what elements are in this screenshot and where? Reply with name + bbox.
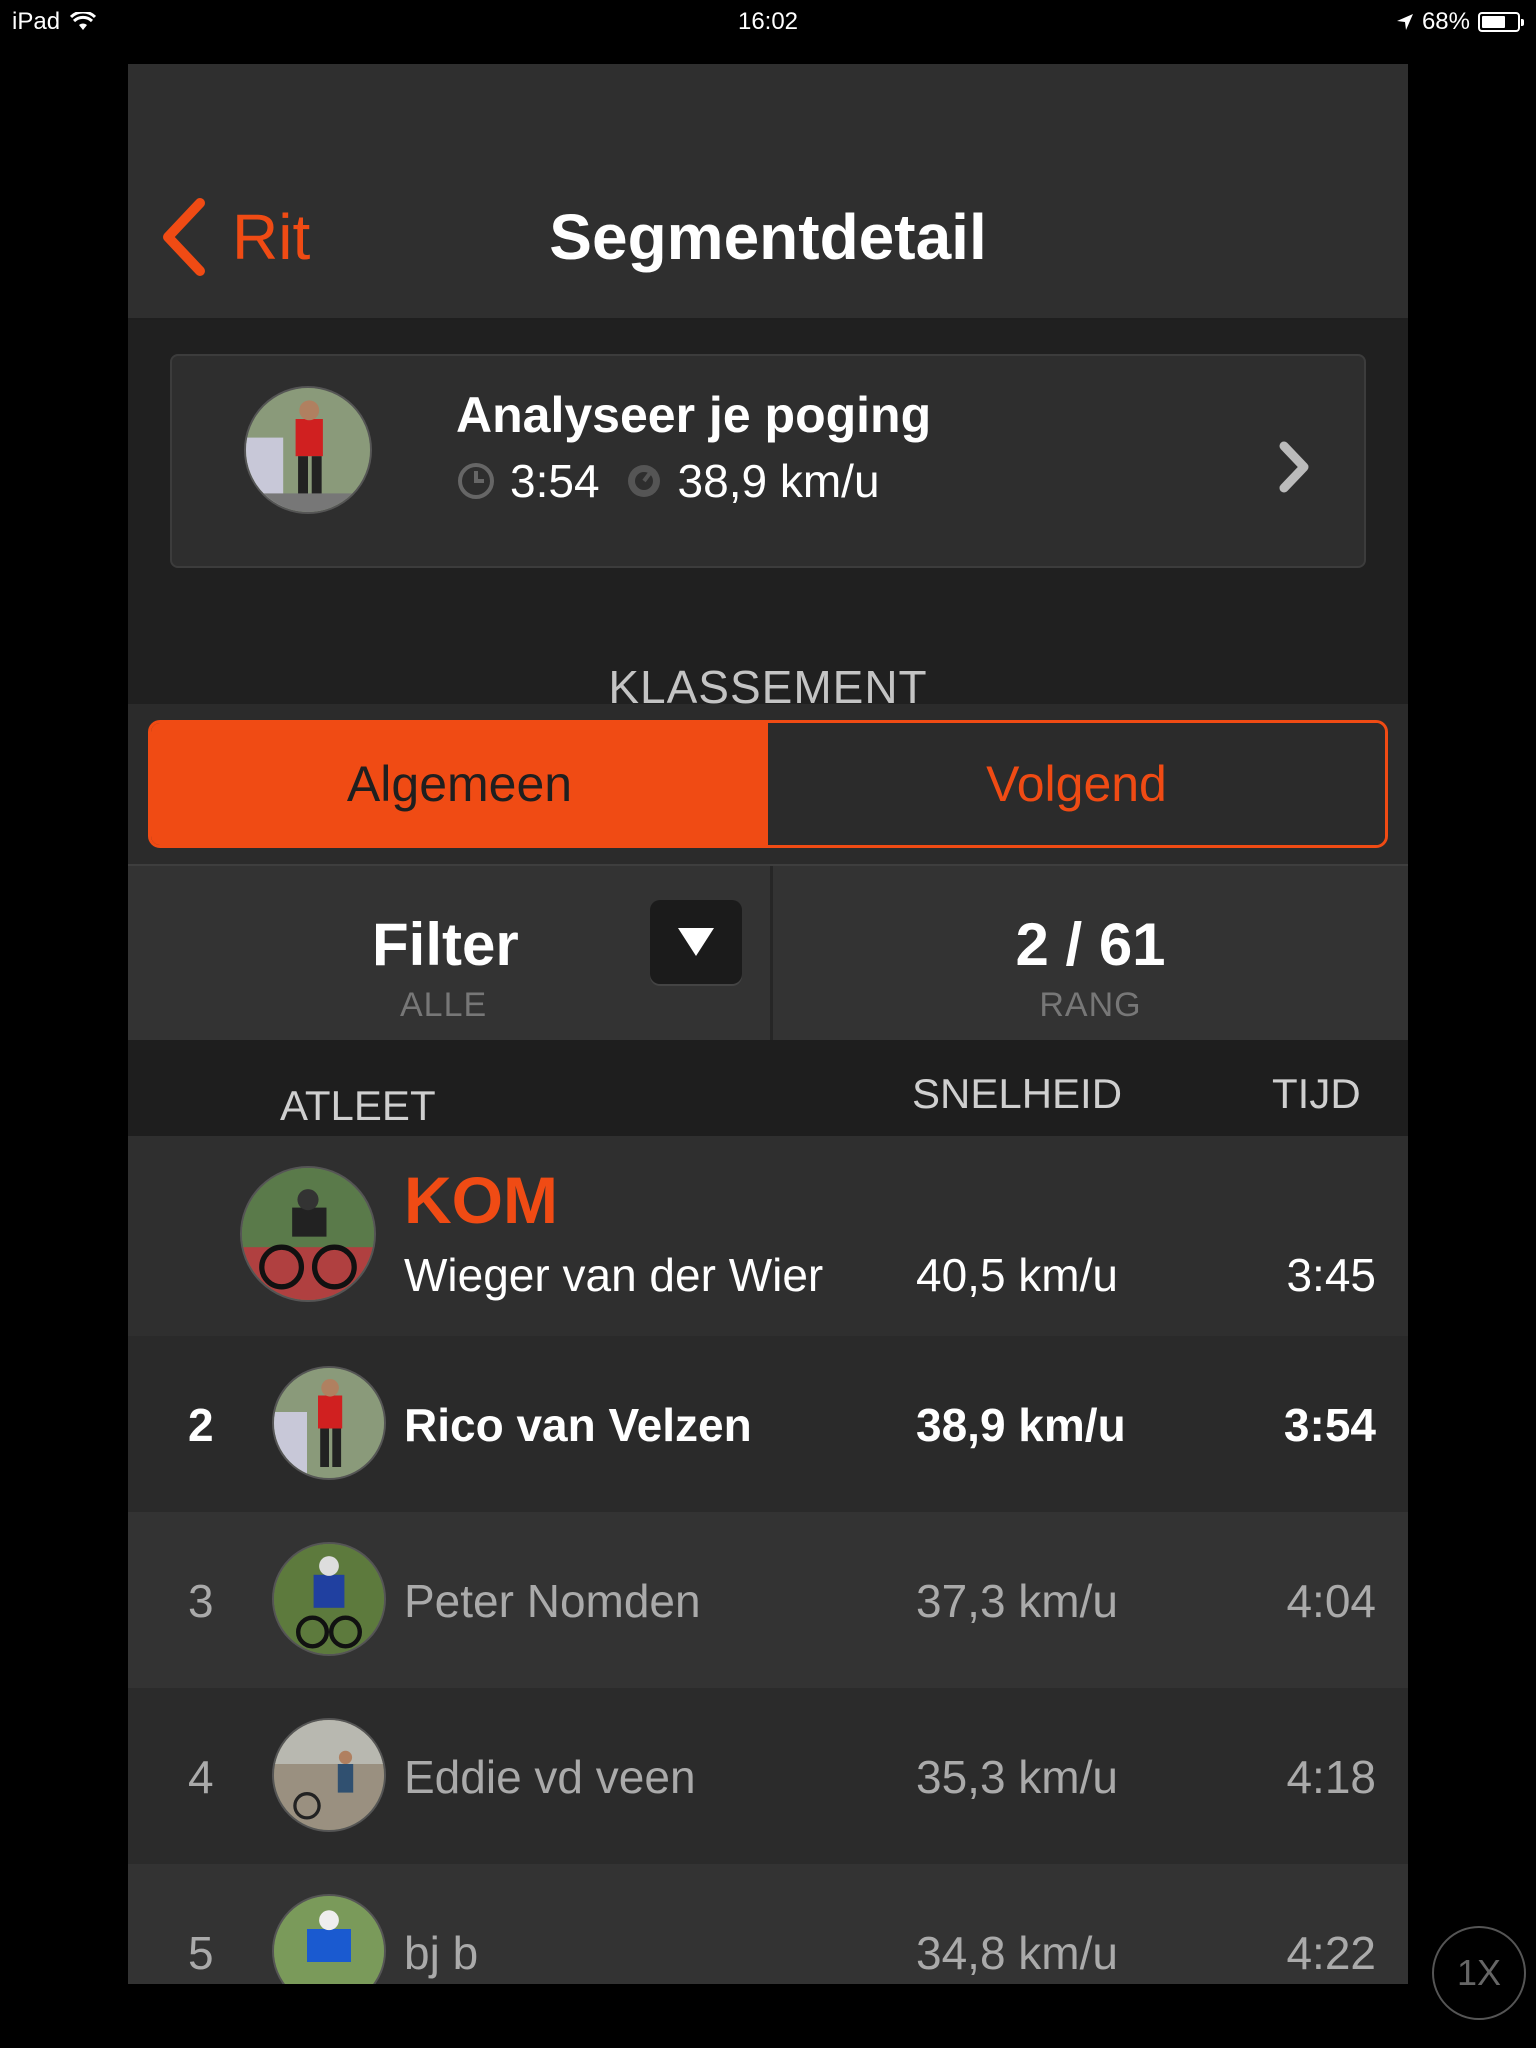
avatar	[272, 1366, 386, 1480]
rank-value: 2 / 61	[1015, 911, 1166, 978]
filter-value: ALLE	[400, 986, 488, 1024]
avatar	[240, 1166, 376, 1302]
athlete-name: Peter Nomden	[404, 1575, 701, 1627]
row-rank: 4	[188, 1751, 214, 1803]
avatar	[272, 1718, 386, 1832]
app-window: Rit Segmentdetail Analyseer je poging 3:…	[128, 64, 1408, 1984]
triangle-down-icon	[678, 928, 714, 956]
battery-icon	[1478, 12, 1524, 32]
leaderboard-row[interactable]: 3 Peter Nomden 37,3 km/u 4:04	[128, 1512, 1408, 1688]
athlete-photo	[274, 1720, 384, 1830]
leaderboard-row[interactable]: 5 bj b 34,8 km/u 4:22	[128, 1864, 1408, 1984]
clock-icon	[458, 463, 494, 499]
attempt-time: 3:54	[510, 455, 600, 507]
athlete-name: Wieger van der Wier	[404, 1249, 824, 1301]
analyze-attempt-card[interactable]: Analyseer je poging 3:54 38,9 km/u	[170, 354, 1366, 568]
athlete-time: 4:18	[1286, 1751, 1376, 1803]
athlete-time: 4:22	[1286, 1927, 1376, 1979]
page-title: Segmentdetail	[549, 201, 987, 273]
zoom-toggle-button[interactable]: 1X	[1432, 1926, 1526, 2020]
athlete-name: Eddie vd veen	[404, 1751, 696, 1803]
column-header-speed: SNELHEID	[912, 1070, 1123, 1117]
analyze-attempt-title: Analyseer je poging	[456, 387, 932, 443]
leaderboard-row-current-user[interactable]: 2 Rico van Velzen 38,9 km/u 3:54	[128, 1336, 1408, 1512]
clock: 16:02	[737, 8, 799, 35]
row-rank: 3	[188, 1575, 214, 1627]
avatar	[244, 386, 372, 514]
athlete-photo	[246, 388, 370, 512]
filter-bar: Filter ALLE 2 / 61 RANG	[128, 864, 1408, 1040]
column-header-athlete: ATLEET	[280, 1082, 436, 1129]
rank-cell: 2 / 61 RANG	[770, 866, 1408, 1040]
table-header: ATLEET SNELHEID TIJD	[128, 1040, 1408, 1136]
athlete-time: 3:54	[1283, 1399, 1376, 1451]
athlete-speed: 40,5 km/u	[916, 1249, 1118, 1301]
athlete-name: bj b	[404, 1927, 479, 1979]
battery-percentage: 68%	[1421, 8, 1470, 35]
athlete-photo	[274, 1896, 384, 1984]
filter-cell[interactable]: Filter ALLE	[128, 866, 768, 1040]
column-header-time: TIJD	[1272, 1070, 1361, 1117]
attempt-speed: 38,9 km/u	[677, 455, 880, 507]
row-rank: 2	[188, 1399, 214, 1451]
attempt-stats: 3:54 38,9 km/u	[456, 454, 880, 508]
tab-general[interactable]: Algemeen	[151, 723, 768, 845]
athlete-photo	[274, 1544, 384, 1654]
kom-label: KOM	[404, 1163, 558, 1237]
athlete-speed: 38,9 km/u	[916, 1399, 1126, 1451]
chevron-right-icon	[1279, 441, 1309, 493]
athlete-photo	[274, 1368, 384, 1478]
kom-row[interactable]: KOM Wieger van der Wier 40,5 km/u 3:45	[128, 1136, 1408, 1336]
avatar	[272, 1894, 386, 1984]
athlete-time: 4:04	[1286, 1575, 1376, 1627]
filter-label: Filter	[372, 911, 519, 978]
avatar	[272, 1542, 386, 1656]
leaderboard-row[interactable]: 4 Eddie vd veen 35,3 km/u 4:18	[128, 1688, 1408, 1864]
athlete-name: Rico van Velzen	[404, 1399, 752, 1451]
tab-following[interactable]: Volgend	[768, 723, 1385, 845]
leaderboard-segmented-control: Algemeen Volgend	[148, 720, 1388, 848]
athlete-time: 3:45	[1286, 1249, 1376, 1301]
speedometer-icon	[627, 465, 660, 497]
row-rank: 5	[188, 1927, 214, 1979]
navigation-bar: Rit Segmentdetail	[128, 64, 1408, 320]
athlete-photo	[242, 1168, 374, 1300]
rank-label: RANG	[1039, 986, 1142, 1024]
ranking-section-label: KLASSEMENT	[608, 661, 928, 713]
filter-dropdown-button[interactable]	[650, 900, 742, 984]
athlete-speed: 37,3 km/u	[916, 1575, 1118, 1627]
athlete-speed: 34,8 km/u	[916, 1927, 1118, 1979]
status-bar: iPad 16:02 68%	[0, 0, 1536, 42]
athlete-speed: 35,3 km/u	[916, 1751, 1118, 1803]
location-arrow-icon	[1396, 14, 1413, 30]
